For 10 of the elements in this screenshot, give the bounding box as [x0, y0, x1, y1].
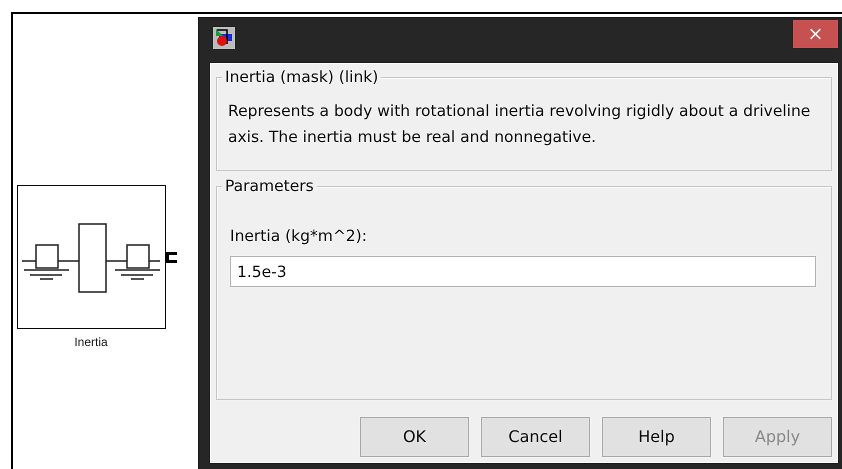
dialog-button[interactable]: OK — [360, 417, 469, 457]
dialog-button[interactable]: Help — [602, 417, 711, 457]
field-label: Inertia (kg*m^2): — [230, 226, 368, 247]
dialog-button[interactable]: Cancel — [481, 417, 590, 457]
port-icon — [165, 252, 177, 263]
close-button[interactable]: × — [793, 20, 838, 48]
inertia-field[interactable]: 1.5e-3 — [230, 256, 816, 287]
block-label: Inertia — [73, 334, 109, 351]
app-icon — [213, 27, 235, 49]
description-text: Represents a body with rotational inertia revolving rigidly about a driveline axis. The inertia must be real and nonnegative. — [228, 101, 812, 148]
